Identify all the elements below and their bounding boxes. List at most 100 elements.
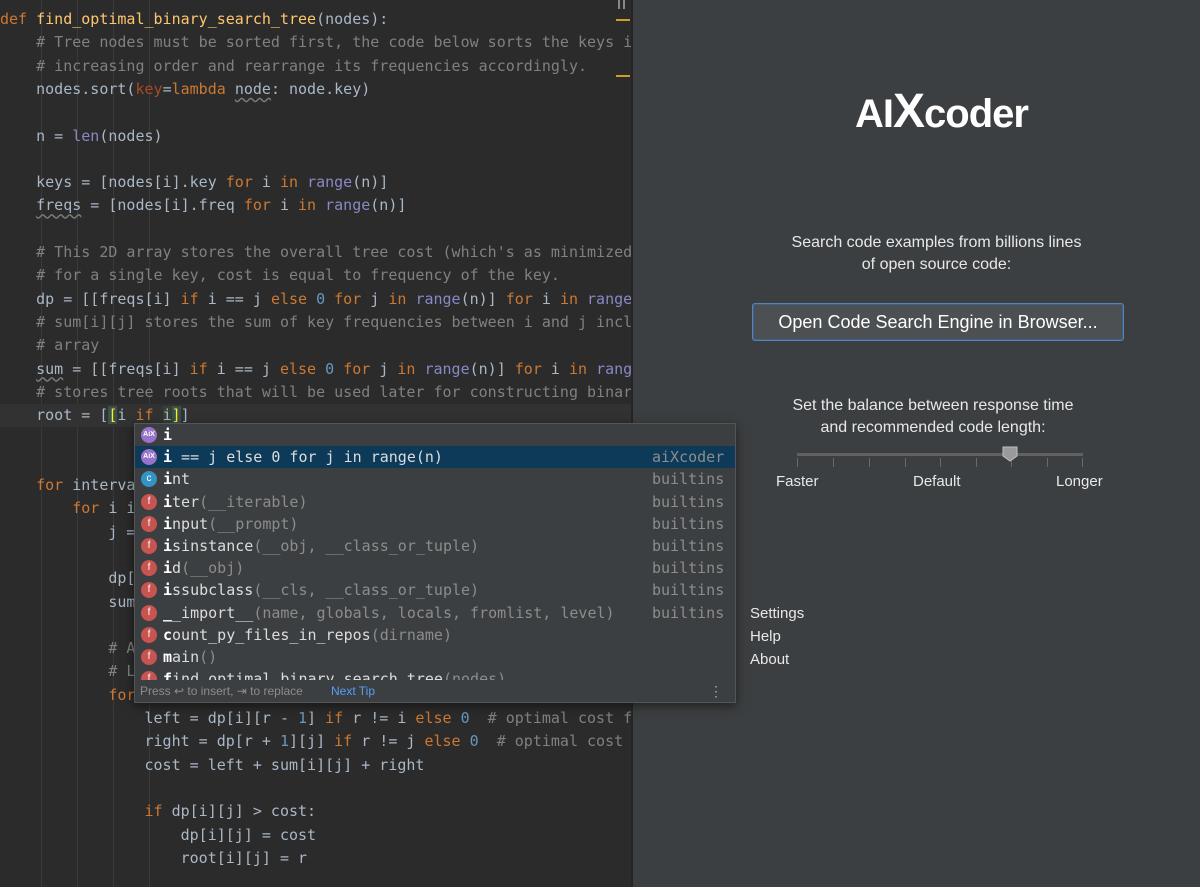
code-token: root[i][j] = r: [0, 848, 308, 867]
code-line[interactable]: # A: [0, 637, 135, 660]
balance-slider-thumb[interactable]: [1002, 446, 1018, 462]
about-link[interactable]: About: [750, 651, 789, 668]
next-tip-link[interactable]: Next Tip: [331, 680, 375, 702]
open-code-search-button[interactable]: Open Code Search Engine in Browser...: [752, 303, 1124, 341]
help-link[interactable]: Help: [750, 628, 781, 645]
completion-item[interactable]: f iter(__iterable) builtins: [135, 491, 735, 513]
code-line[interactable]: # L: [0, 660, 135, 683]
code-line[interactable]: sum: [0, 591, 135, 614]
code-token: i: [117, 406, 136, 425]
code-token: in: [397, 359, 425, 378]
code-line[interactable]: root[i][j] = r: [0, 847, 307, 870]
code-line[interactable]: if dp[i][j] > cost:: [0, 800, 317, 823]
completion-item[interactable]: f issubclass(__cls, __class_or_tuple) buil…: [135, 579, 735, 601]
code-token: i i: [108, 499, 136, 518]
slider-tick: [797, 458, 798, 467]
code-token: # This 2D array stores the overall tree …: [36, 243, 631, 261]
code-token: def: [0, 10, 37, 28]
completion-item[interactable]: f __import__(name, globals, locals, froml…: [135, 602, 735, 624]
code-token: for: [243, 196, 280, 215]
code-token: range: [587, 289, 631, 308]
completion-name: int: [163, 470, 191, 489]
code-line[interactable]: # stores tree roots that will be used la…: [0, 381, 631, 404]
slider-label-faster: Faster: [776, 473, 819, 490]
code-token: for: [514, 359, 551, 378]
code-line[interactable]: cost = left + sum[i][j] + right: [0, 754, 424, 777]
code-token: dp[i][j] > cost:: [171, 802, 317, 821]
code-token: 0: [316, 289, 335, 308]
code-line[interactable]: # increasing order and rearrange its fre…: [0, 55, 587, 78]
code-token: in: [298, 196, 326, 215]
code-token: node: [234, 79, 271, 98]
code-line[interactable]: for: [0, 684, 135, 707]
balance-slider-track[interactable]: [797, 453, 1083, 456]
completion-source: builtins: [652, 581, 725, 600]
completion-signature: (__obj): [181, 559, 245, 578]
code-token: 1: [279, 732, 289, 751]
code-line[interactable]: # array: [0, 334, 99, 357]
code-line[interactable]: sum = [[freqs[i] if i == j else 0 for j …: [0, 358, 631, 381]
code-line[interactable]: nodes.sort(key=lambda node: node.key): [0, 78, 370, 101]
code-line[interactable]: n = len(nodes): [0, 125, 162, 148]
aixcoder-icon: AiX: [141, 449, 157, 466]
completion-item[interactable]: AiX i == j else 0 for j in range(n) aiXcod…: [135, 446, 735, 469]
settings-link[interactable]: Settings: [750, 605, 804, 622]
code-token: # for a single key, cost is equal to fre…: [36, 266, 560, 285]
code-token: r != j: [361, 732, 425, 751]
code-token: ]: [171, 406, 181, 425]
code-line[interactable]: left = dp[i][r - 1] if r != i else 0 # o…: [0, 707, 631, 730]
completion-item[interactable]: c int builtins: [135, 468, 735, 490]
completion-popup: AiX i AiX i == j else 0 for j in range(n) ai…: [134, 423, 736, 703]
completion-item[interactable]: f isinstance(__obj, __class_or_tuple) buil…: [135, 535, 735, 557]
more-options-icon[interactable]: ⋮: [709, 680, 723, 702]
code-token: (nodes):: [316, 10, 389, 28]
code-line[interactable]: def find_optimal_binary_search_tree(node…: [0, 8, 388, 31]
code-line[interactable]: right = dp[r + 1][j] if r != j else 0 # …: [0, 730, 631, 753]
completion-item[interactable]: f id(__obj) builtins: [135, 557, 735, 579]
slider-tick: [1082, 458, 1083, 467]
code-line[interactable]: dp[i][j] = cost: [0, 824, 316, 847]
completion-item[interactable]: AiX i: [135, 424, 735, 446]
function-icon: f: [141, 538, 157, 554]
popup-footer: Press ↩ to insert, ⇥ to replace Next Tip…: [135, 680, 735, 702]
code-line[interactable]: keys = [nodes[i].key for i in range(n)]: [0, 171, 388, 194]
code-token: 1: [298, 709, 308, 727]
code-token: else: [424, 732, 470, 751]
code-token: else: [270, 289, 317, 308]
code-token: in: [568, 359, 597, 378]
completion-item[interactable]: f main(): [135, 646, 735, 668]
code-line[interactable]: j =: [0, 521, 135, 544]
completion-signature: (name, globals, locals, fromlist, level): [253, 603, 615, 622]
completion-item[interactable]: f count_py_files_in_repos(dirname): [135, 624, 735, 646]
code-token: 0: [325, 359, 344, 378]
code-token: root = [: [0, 406, 109, 425]
code-token: cost = left + sum[i][j] + right: [0, 755, 425, 774]
code-line[interactable]: # This 2D array stores the overall tree …: [0, 241, 631, 264]
aixcoder-icon: AiX: [141, 427, 157, 443]
completion-source: builtins: [652, 537, 725, 555]
code-token: # increasing order and rearrange its fre…: [36, 56, 588, 75]
completion-signature: (__obj, __class_or_tuple): [253, 537, 480, 555]
code-token: for: [334, 289, 371, 308]
code-token: i: [261, 173, 280, 192]
code-line[interactable]: dp[: [0, 567, 135, 590]
completion-signature: (): [199, 648, 218, 666]
code-token: j: [370, 289, 389, 308]
code-line[interactable]: dp = [[freqs[i] if i == j else 0 for j i…: [0, 288, 631, 311]
code-token: find_optimal_binary_search_tree: [36, 10, 317, 28]
code-line[interactable]: freqs = [nodes[i].freq for i in range(n)…: [0, 194, 406, 217]
code-line[interactable]: for i i: [0, 497, 135, 520]
completion-name: issubclass(__cls, __class_or_tuple): [163, 581, 480, 600]
code-line[interactable]: # sum[i][j] stores the sum of key freque…: [0, 311, 631, 334]
code-line[interactable]: # for a single key, cost is equal to fre…: [0, 264, 560, 287]
code-token: key: [135, 79, 163, 98]
code-line[interactable]: # Tree nodes must be sorted first, the c…: [0, 31, 631, 54]
code-line[interactable]: for interva: [0, 474, 135, 497]
completion-item[interactable]: f input(__prompt) builtins: [135, 513, 735, 535]
